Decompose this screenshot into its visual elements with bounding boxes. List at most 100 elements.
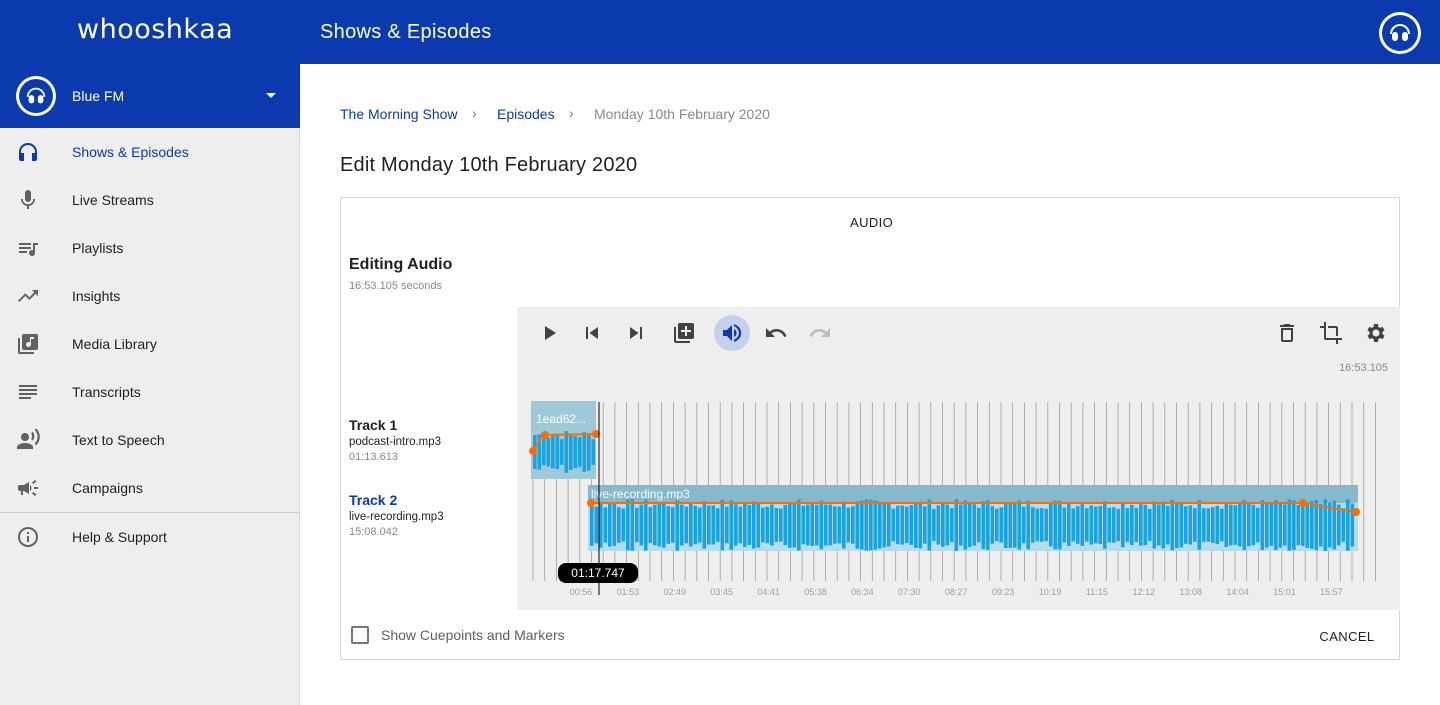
- waveform-bar: [1247, 503, 1251, 547]
- account-avatar[interactable]: [1379, 12, 1421, 54]
- volume-keyframe[interactable]: [1299, 499, 1307, 507]
- caret-down-icon: [266, 93, 276, 98]
- skip-next-button[interactable]: [618, 315, 654, 351]
- waveform-bar: [635, 507, 639, 543]
- timeline-tick-label: 01:53: [617, 587, 640, 597]
- redo-button[interactable]: [802, 315, 838, 351]
- breadcrumb-show-link[interactable]: The Morning Show: [340, 106, 458, 122]
- crop-button[interactable]: [1313, 315, 1349, 351]
- station-avatar: [16, 76, 56, 116]
- sidebar-item-media-library[interactable]: Media Library: [0, 320, 300, 368]
- sidebar-item-label: Shows & Episodes: [72, 144, 189, 160]
- timeline-canvas[interactable]: 1ead62... live-recording.mp3 01:17.747 0…: [517, 307, 1400, 610]
- timeline-tick-label: 02:49: [664, 587, 687, 597]
- waveform-bar: [1202, 508, 1206, 542]
- playhead-time: 01:17.747: [571, 566, 625, 580]
- delete-button[interactable]: [1269, 315, 1305, 351]
- waveform-bar: [1017, 500, 1022, 550]
- waveform-bar: [977, 507, 981, 543]
- waveform-bar: [1179, 502, 1184, 548]
- waveform-bar: [752, 501, 756, 549]
- sidebar-item-insights[interactable]: Insights: [0, 272, 300, 320]
- audio-editor-card: AUDIO Editing Audio 16:53.105 seconds Tr…: [340, 197, 1400, 660]
- waveform-bar: [1125, 508, 1130, 542]
- waveform-bar: [711, 505, 716, 545]
- waveform-bar: [1197, 500, 1202, 550]
- cancel-button[interactable]: CANCEL: [1306, 622, 1388, 650]
- track-1-info[interactable]: Track 1 podcast-intro.mp3 01:13.613: [349, 417, 441, 463]
- waveform-bar: [666, 506, 671, 544]
- timeline-tick-label: 10:19: [1039, 587, 1062, 597]
- sidebar-item-label: Help & Support: [72, 529, 167, 545]
- waveform-bar: [819, 500, 824, 550]
- cuepoints-checkbox[interactable]: [351, 626, 369, 644]
- waveform-bar: [1130, 504, 1134, 546]
- track-2-clip[interactable]: live-recording.mp3: [587, 485, 1360, 551]
- waveform-bar: [1260, 500, 1265, 550]
- waveform-bar: [869, 499, 873, 551]
- station-selector[interactable]: Blue FM: [0, 64, 300, 128]
- waveform-bar: [851, 506, 855, 544]
- delete-icon: [1280, 324, 1294, 342]
- waveform-bar: [1166, 505, 1170, 545]
- waveform-bar: [542, 438, 546, 466]
- sidebar-item-shows-episodes[interactable]: Shows & Episodes: [0, 128, 300, 176]
- waveform-bar: [927, 499, 932, 551]
- add-track-button[interactable]: [666, 315, 702, 351]
- waveform-bar: [734, 504, 738, 546]
- waveform-bar: [1283, 504, 1287, 546]
- waveform-bar: [1062, 507, 1067, 543]
- sidebar-item-campaigns[interactable]: Campaigns: [0, 464, 300, 512]
- waveform-bar: [1296, 504, 1301, 546]
- headphones-icon: [19, 143, 37, 161]
- volume-keyframe[interactable]: [541, 431, 549, 439]
- volume-keyframe[interactable]: [587, 499, 595, 507]
- waveform-bar: [1008, 502, 1013, 548]
- tab-audio[interactable]: AUDIO: [850, 215, 893, 230]
- sidebar-item-live-streams[interactable]: Live Streams: [0, 176, 300, 224]
- volume-keyframe[interactable]: [529, 447, 537, 455]
- waveform-bar: [1233, 505, 1238, 545]
- track-1-clip[interactable]: 1ead62...: [529, 401, 600, 479]
- breadcrumb-episodes-link[interactable]: Episodes: [497, 106, 555, 122]
- volume-button[interactable]: [714, 315, 750, 351]
- waveform-bar: [1229, 504, 1233, 546]
- waveform-bar: [1022, 506, 1026, 544]
- track-file: podcast-intro.mp3: [349, 436, 442, 448]
- undo-button[interactable]: [758, 315, 794, 351]
- waveform-bar: [995, 508, 999, 542]
- waveform-bar: [1044, 508, 1049, 542]
- track-duration: 01:13.613: [349, 451, 398, 463]
- waveform-bar: [864, 499, 869, 551]
- waveform-bar: [1098, 506, 1103, 544]
- volume-keyframe[interactable]: [1352, 508, 1360, 516]
- waveform-bar: [729, 500, 734, 550]
- waveform-bar: [1341, 508, 1346, 542]
- waveform-bar: [1328, 502, 1332, 548]
- settings-button[interactable]: [1357, 315, 1393, 351]
- sidebar-item-text-to-speech[interactable]: Text to Speech: [0, 416, 300, 464]
- waveform-bar: [1089, 505, 1094, 545]
- track-2-info[interactable]: Track 2 live-recording.mp3 15:08.042: [349, 492, 444, 538]
- waveform-bar: [564, 431, 569, 473]
- sidebar-item-help-support[interactable]: Help & Support: [0, 513, 300, 561]
- waveform-bar: [1220, 508, 1224, 542]
- play-button[interactable]: [531, 315, 567, 351]
- sidebar-item-playlists[interactable]: Playlists: [0, 224, 300, 272]
- waveform-bar: [914, 502, 918, 548]
- skip-previous-button[interactable]: [574, 315, 610, 351]
- whooshkaa-logo[interactable]: whooshkaa: [77, 14, 233, 45]
- waveform-bar: [573, 435, 578, 469]
- waveform-bar: [999, 507, 1004, 543]
- waveform-bar: [756, 502, 761, 548]
- waveform-bar: [765, 506, 770, 544]
- waveform-bar: [1287, 499, 1292, 551]
- waveform-bar: [1004, 501, 1008, 549]
- waveform-bar: [1274, 499, 1278, 551]
- timeline-tick-label: 04:41: [757, 587, 780, 597]
- waveform-bar: [1337, 504, 1341, 546]
- waveform-bar: [909, 505, 914, 545]
- cuepoints-label[interactable]: Show Cuepoints and Markers: [381, 627, 565, 643]
- sidebar-item-transcripts[interactable]: Transcripts: [0, 368, 300, 416]
- undo-icon: [766, 328, 787, 337]
